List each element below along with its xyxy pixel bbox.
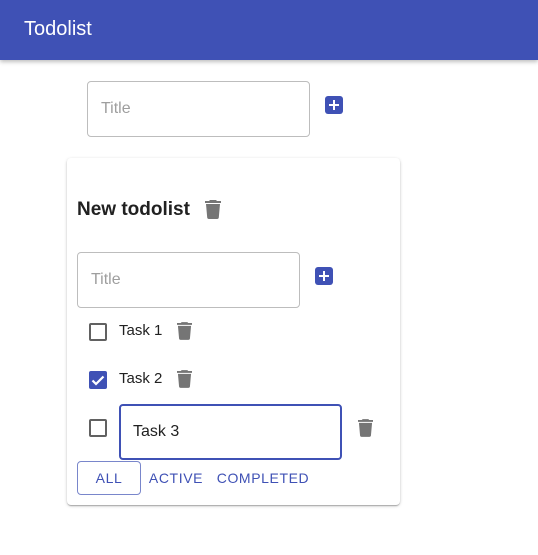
app-title: Todolist [24, 18, 92, 40]
app-bar: Todolist [0, 0, 538, 60]
plus-icon [319, 271, 329, 281]
todolist-title: New todolist [77, 199, 190, 220]
task-checkbox[interactable] [89, 371, 107, 389]
trash-icon [177, 322, 192, 340]
check-icon [91, 375, 105, 386]
add-task-button[interactable] [315, 267, 333, 285]
todolist-card: New todolist Task 1 Task 2 [67, 158, 400, 505]
filter-active-button[interactable]: ACTIVE [145, 461, 207, 495]
delete-list-button[interactable] [205, 200, 221, 219]
filter-completed-button[interactable]: COMPLETED [215, 461, 311, 495]
trash-icon [205, 200, 221, 219]
delete-task-button[interactable] [358, 419, 373, 437]
plus-icon [329, 100, 339, 110]
task-checkbox[interactable] [89, 419, 107, 437]
delete-task-button[interactable] [177, 370, 192, 388]
task-edit-input[interactable] [119, 404, 342, 460]
new-list-title-input[interactable] [87, 81, 310, 137]
task-label[interactable]: Task 2 [119, 370, 162, 388]
filter-all-button[interactable]: ALL [77, 461, 141, 495]
task-label[interactable]: Task 1 [119, 322, 162, 340]
task-checkbox[interactable] [89, 323, 107, 341]
new-task-title-input[interactable] [77, 252, 300, 308]
trash-icon [358, 419, 373, 437]
trash-icon [177, 370, 192, 388]
delete-task-button[interactable] [177, 322, 192, 340]
add-list-button[interactable] [325, 96, 343, 114]
